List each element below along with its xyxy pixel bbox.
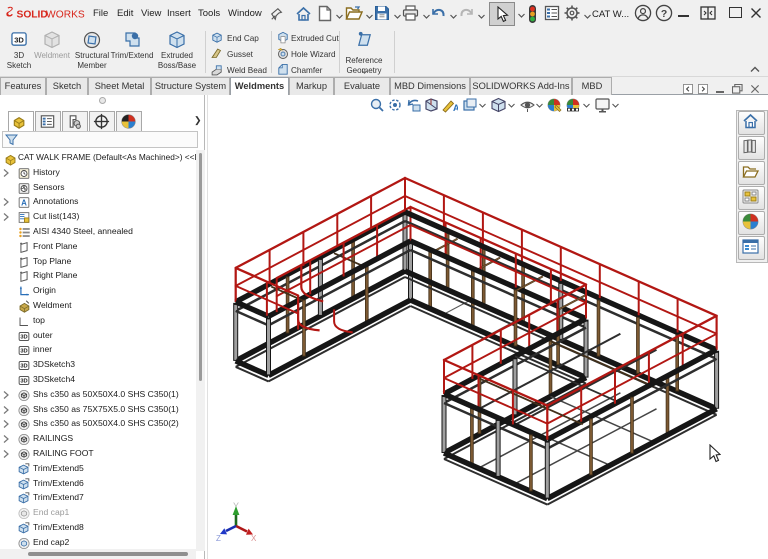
svg-text:3D: 3D bbox=[14, 35, 24, 44]
svg-text:Z: Z bbox=[216, 534, 221, 542]
svg-text:A: A bbox=[453, 103, 458, 113]
svg-text:3D: 3D bbox=[20, 364, 27, 370]
svg-text:3D: 3D bbox=[20, 379, 27, 385]
svg-text:3D: 3D bbox=[20, 349, 27, 355]
svg-text:SOLID: SOLID bbox=[16, 10, 47, 21]
svg-text:X: X bbox=[251, 534, 257, 542]
svg-text:?: ? bbox=[661, 9, 667, 20]
svg-text:3D: 3D bbox=[20, 335, 27, 341]
svg-text:A: A bbox=[21, 199, 27, 208]
svg-text:WORKS: WORKS bbox=[46, 10, 85, 21]
